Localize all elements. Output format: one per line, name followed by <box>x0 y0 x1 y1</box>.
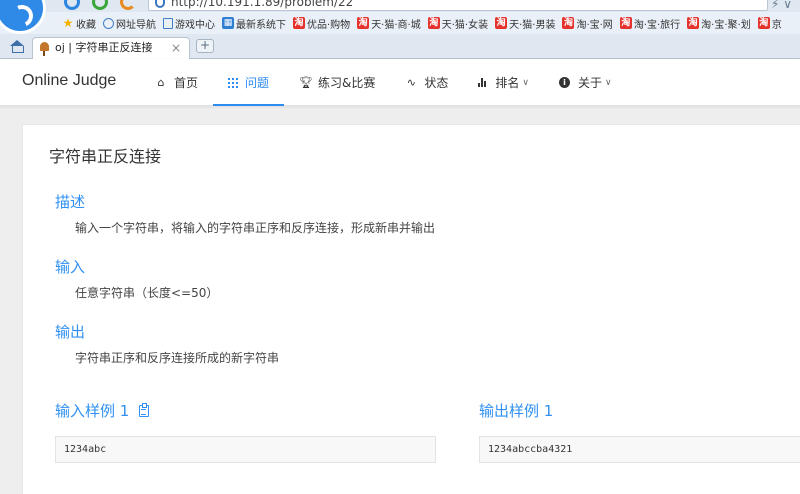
bookmark-item[interactable]: 网址导航 <box>103 16 156 31</box>
taobao-icon: 淘 <box>357 17 370 29</box>
browser-tabs-row: oj | 字符串正反连接 × + <box>0 34 800 59</box>
problem-card: 字符串正反连接 描述 输入一个字符串，将输入的字符串正序和反序连接，形成新串并输… <box>22 124 800 494</box>
trophy-icon: 🏆︎ <box>299 76 313 89</box>
taobao-icon: 淘 <box>757 17 770 29</box>
bookmark-item[interactable]: 游戏中心 <box>163 16 215 31</box>
sample-output-heading: 输出样例 1 <box>479 402 554 420</box>
browser-address-row: http://10.191.1.89/problem/22 ⚡ ∨ <box>0 0 800 12</box>
clipboard-icon[interactable] <box>139 402 150 417</box>
sample-input-heading: 输入样例 1 <box>55 400 150 421</box>
nav-item-rank[interactable]: 排名 ∨ <box>463 59 544 106</box>
tile-icon: ▦ <box>222 17 234 29</box>
bookmark-item[interactable]: ▦ 最新系统下 <box>222 16 286 31</box>
bookmark-item[interactable]: 淘优品·购物 <box>293 16 350 31</box>
close-icon[interactable]: × <box>171 38 181 58</box>
problem-title: 字符串正反连接 <box>49 147 162 166</box>
tab-title: oj | 字符串正反连接 <box>55 41 153 54</box>
sample-output-box[interactable]: 1234abccba4321 <box>479 436 800 463</box>
taobao-icon: 淘 <box>293 17 305 29</box>
pulse-icon: ∿ <box>406 76 416 89</box>
address-text: http://10.191.1.89/problem/22 <box>171 0 354 9</box>
bookmark-item[interactable]: 淘淘·宝·聚·划 <box>687 16 751 31</box>
output-heading: 输出 <box>55 323 86 341</box>
bookmarks-bar: ★ 收藏 网址导航 游戏中心 ▦ 最新系统下 淘优品·购物 淘天·猫·商·城 淘天·… <box>0 12 800 34</box>
lightning-icon[interactable]: ⚡ ∨ <box>771 0 792 11</box>
bookmark-item[interactable]: 淘淘·宝·旅行 <box>619 16 680 31</box>
chevron-down-icon: ∨ <box>522 77 530 88</box>
taobao-icon: 淘 <box>427 17 440 29</box>
shield-icon <box>155 0 165 8</box>
chevron-down-icon: ∨ <box>605 77 612 88</box>
refresh-button[interactable] <box>92 0 108 10</box>
nav-item-problems[interactable]: 问题 <box>213 59 285 106</box>
bookmark-item[interactable]: 淘天·猫·女装 <box>427 16 488 31</box>
star-icon: ★ <box>62 16 74 30</box>
sample-input-box[interactable]: 1234abc <box>55 436 436 463</box>
bookmark-item[interactable]: 淘天·猫·男装 <box>495 16 555 31</box>
input-text: 任意字符串（长度<=50） <box>75 286 219 300</box>
undo-button[interactable] <box>120 0 136 10</box>
taobao-icon: 淘 <box>619 17 632 29</box>
nav-item-about[interactable]: i 关于 ∨ <box>544 59 627 106</box>
address-bar[interactable]: http://10.191.1.89/problem/22 <box>148 0 768 11</box>
back-button[interactable] <box>64 0 80 10</box>
output-text: 字符串正序和反序连接所成的新字符串 <box>75 351 280 365</box>
bookmark-item[interactable]: 淘京 <box>757 16 782 31</box>
description-heading: 描述 <box>55 193 86 211</box>
bookmark-item[interactable]: 淘天·猫·商·城 <box>357 16 421 31</box>
grid-icon <box>228 77 239 88</box>
globe-icon <box>103 17 114 29</box>
nav-item-home[interactable]: ⌂ 首页 <box>140 59 213 106</box>
home-icon: ⌂ <box>157 76 165 89</box>
favicon-icon <box>40 42 49 56</box>
nav-item-contests[interactable]: 🏆︎ 练习&比赛 <box>284 59 390 106</box>
description-text: 输入一个字符串，将输入的字符串正序和反序连接，形成新串并输出 <box>75 221 436 235</box>
bar-chart-icon <box>478 78 488 87</box>
doc-icon <box>163 17 173 29</box>
bookmark-item[interactable]: 淘淘·宝·网 <box>562 16 613 31</box>
taobao-icon: 淘 <box>687 17 700 29</box>
site-navbar: Online Judge ⌂ 首页 问题 🏆︎ 练习&比赛 ∿ 状态 排名 ∨ … <box>0 59 800 106</box>
bookmark-item[interactable]: ★ 收藏 <box>62 16 96 31</box>
taobao-icon: 淘 <box>562 17 575 29</box>
site-brand[interactable]: Online Judge <box>22 72 116 90</box>
new-tab-button[interactable]: + <box>196 39 214 53</box>
browser-tab[interactable]: oj | 字符串正反连接 × <box>32 37 190 59</box>
info-icon: i <box>559 77 571 88</box>
nav-menu: ⌂ 首页 问题 🏆︎ 练习&比赛 ∿ 状态 排名 ∨ i 关于 ∨ <box>140 59 627 106</box>
nav-item-status[interactable]: ∿ 状态 <box>390 59 463 106</box>
home-icon[interactable] <box>10 40 24 53</box>
taobao-icon: 淘 <box>495 17 508 29</box>
input-heading: 输入 <box>55 258 86 276</box>
